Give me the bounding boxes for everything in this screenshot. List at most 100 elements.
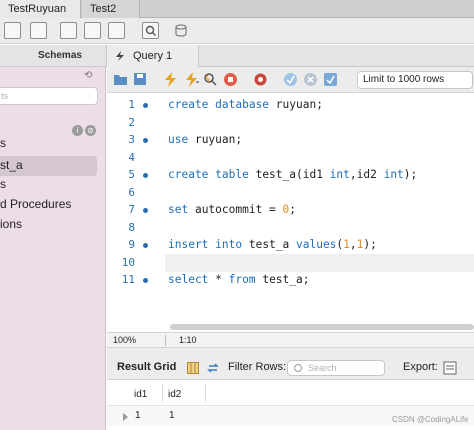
sql-text: ruyuan; [275, 98, 323, 111]
sql-keyword: int [329, 168, 350, 181]
sql-text: , [349, 238, 357, 251]
sql-text: ,id2 [349, 168, 384, 181]
line-number: 5 [128, 168, 135, 181]
line-number: 9 [128, 238, 135, 251]
column-header-id2[interactable]: id2 [168, 389, 181, 400]
sidebar-info-icons: i ⊘ [72, 122, 98, 136]
code-line[interactable]: set autocommit = 0; [168, 203, 296, 216]
connection-tab-bar: TestRuyuan Test2 [0, 0, 474, 18]
column-header-id1[interactable]: id1 [134, 389, 147, 400]
row-caret-icon [123, 413, 128, 421]
create-table-icon[interactable] [108, 22, 125, 39]
table-cell[interactable]: 1 [135, 410, 141, 421]
statement-marker [143, 173, 148, 178]
info-icon[interactable]: i [72, 125, 83, 136]
sql-text: test_a; [262, 273, 310, 286]
save-icon[interactable] [133, 72, 148, 87]
tab-testruyuan[interactable]: TestRuyuan [0, 0, 81, 18]
sql-text: ; [289, 203, 297, 216]
line-gutter: 1 2 3 4 5 6 7 8 9 10 11 [107, 93, 161, 323]
pin-icon[interactable]: ⊘ [85, 125, 96, 136]
code-line[interactable]: use ruyuan; [168, 133, 242, 146]
statement-marker [143, 208, 148, 213]
sql-keyword: set [168, 203, 195, 216]
statement-marker [143, 103, 148, 108]
execute-current-icon[interactable] [184, 72, 199, 87]
sql-text: test_a(id1 [255, 168, 330, 181]
execute-icon[interactable] [163, 72, 178, 87]
commit-icon[interactable] [283, 72, 298, 87]
refresh-results-icon[interactable] [207, 362, 219, 374]
sql-keyword: create [168, 168, 216, 181]
sidebar-header: Schemas [0, 45, 106, 67]
panel-divider[interactable] [107, 348, 474, 356]
query-tab-label: Query 1 [133, 50, 173, 62]
toggle-continue-on-error-icon[interactable] [253, 72, 268, 87]
sql-keyword: use [168, 133, 195, 146]
sidebar-item-test-a[interactable]: st_a [0, 158, 23, 172]
sql-keyword: table [215, 168, 256, 181]
column-divider [162, 384, 163, 402]
line-number: 6 [128, 186, 135, 199]
line-number: 8 [128, 221, 135, 234]
sidebar-item-stored-procedures[interactable]: d Procedures [0, 197, 71, 211]
search-placeholder: Search [308, 363, 337, 373]
line-number: 11 [121, 273, 135, 286]
rollback-icon[interactable] [303, 72, 318, 87]
code-line[interactable]: create table test_a(id1 int,id2 int); [168, 168, 417, 181]
sql-keyword: database [215, 98, 276, 111]
result-grid-header: id1 id2 [107, 380, 474, 406]
code-line[interactable]: select * from test_a; [168, 273, 309, 286]
grid-view-icon[interactable] [187, 362, 199, 374]
inspector-icon[interactable] [60, 22, 77, 39]
new-sql-tab-icon[interactable] [4, 22, 21, 39]
sql-editor[interactable]: 1 2 3 4 5 6 7 8 9 10 11 create database … [107, 93, 474, 323]
schema-filter-input[interactable]: ts [0, 87, 98, 105]
autocommit-icon[interactable] [323, 72, 338, 87]
editor-tab-bar: Query 1 [106, 45, 474, 67]
sidebar-item-views[interactable]: s [0, 177, 6, 191]
current-line-highlight [165, 254, 474, 272]
zoom-level[interactable]: 100% [113, 335, 136, 345]
statement-marker [143, 243, 148, 248]
tab-test2[interactable]: Test2 [82, 0, 140, 18]
result-grid-toolbar: Result Grid Filter Rows: Search Export: [107, 356, 474, 380]
lightning-icon [116, 51, 124, 61]
search-table-icon[interactable] [142, 22, 159, 39]
line-number: 10 [121, 256, 135, 269]
refresh-icon[interactable]: ⟲ [84, 70, 92, 81]
stop-icon[interactable] [223, 72, 238, 87]
sql-keyword: select [168, 273, 216, 286]
sql-keyword: int [383, 168, 404, 181]
sql-text: ); [363, 238, 377, 251]
code-line[interactable]: insert into test_a values(1,1); [168, 238, 377, 251]
tab-query-1[interactable]: Query 1 [107, 45, 199, 67]
statement-marker [143, 278, 148, 283]
line-number: 3 [128, 133, 135, 146]
code-line[interactable]: create database ruyuan; [168, 98, 323, 111]
export-icon[interactable] [443, 361, 457, 375]
editor-toolbar: Limit to 1000 rows [107, 67, 474, 93]
line-number: 4 [128, 151, 135, 164]
row-limit-select[interactable]: Limit to 1000 rows [357, 71, 473, 89]
sql-keyword: values [296, 238, 337, 251]
explain-icon[interactable] [203, 72, 218, 87]
line-number: 2 [128, 116, 135, 129]
reconnect-icon[interactable] [173, 23, 189, 39]
line-number: 1 [128, 98, 135, 111]
sidebar-item-tables[interactable]: s [0, 136, 6, 150]
editor-horizontal-scrollbar[interactable] [170, 324, 474, 330]
schemas-tab[interactable]: Schemas [0, 45, 106, 67]
create-schema-icon[interactable] [84, 22, 101, 39]
sql-text: ruyuan; [194, 133, 243, 146]
open-sql-script-icon[interactable] [30, 22, 47, 39]
main-toolbar [0, 18, 474, 44]
filter-rows-search-input[interactable]: Search [287, 360, 385, 376]
editor-status-bar: 100% 1:10 [107, 332, 474, 348]
result-grid-label: Result Grid [117, 361, 177, 373]
open-file-icon[interactable] [113, 72, 128, 87]
sql-text: ); [403, 168, 418, 181]
sidebar-item-functions[interactable]: ions [0, 217, 22, 231]
table-cell[interactable]: 1 [169, 410, 175, 421]
watermark: CSDN @CodingALife [392, 415, 469, 424]
